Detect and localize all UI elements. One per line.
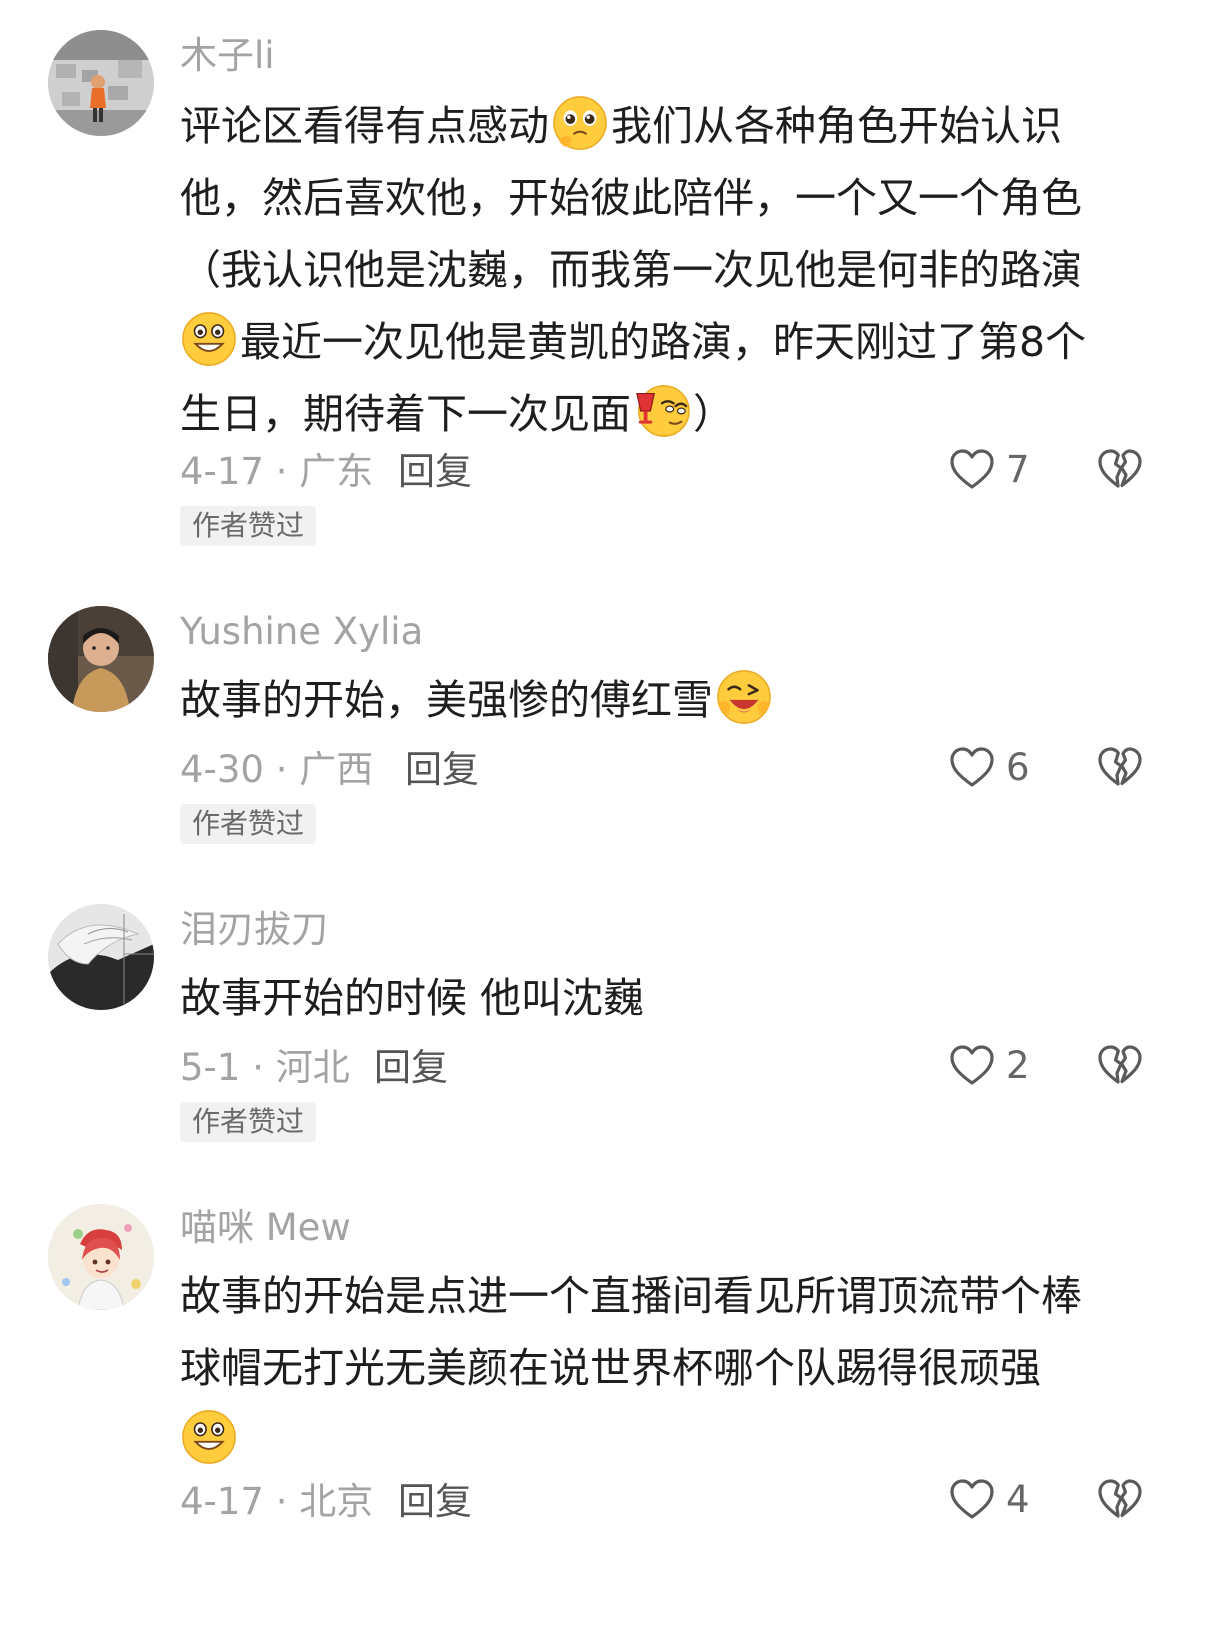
- grin-emoji-icon: [180, 310, 238, 368]
- date-location: 4-17 · 北京: [180, 1480, 374, 1523]
- broken-heart-icon: [1096, 1042, 1144, 1090]
- broken-heart-icon: [1096, 744, 1144, 792]
- comment-text: 故事开始的时候 他叫沈巍: [180, 962, 1140, 1034]
- reply-button[interactable]: 回复: [374, 1046, 448, 1090]
- reply-button[interactable]: 回复: [398, 450, 472, 494]
- drink-emoji-icon: [633, 382, 691, 440]
- comment-text-line: 他，然后喜欢他，开始彼此陪伴，一个又一个角色: [180, 174, 1082, 222]
- heart-outline-icon: [948, 1042, 996, 1090]
- like-button[interactable]: 7: [948, 446, 1030, 494]
- avatar[interactable]: [48, 606, 154, 712]
- comment-text-segment: 生日，期待着下一次见面: [180, 390, 631, 438]
- comment-text-segment: 评论区看得有点感动: [180, 102, 549, 150]
- comment-text: 故事的开始，美强惨的傅红雪: [180, 664, 1140, 736]
- author-liked-badge: 作者赞过: [180, 1102, 317, 1142]
- comment-text-segment: ）: [693, 390, 734, 438]
- like-button[interactable]: 2: [948, 1042, 1030, 1090]
- like-count: 2: [1006, 1044, 1030, 1087]
- date-location: 4-30 · 广西: [180, 748, 374, 791]
- reply-button[interactable]: 回复: [405, 748, 479, 792]
- comment-text-line: 故事的开始是点进一个直播间看见所谓顶流带个棒: [180, 1272, 1082, 1320]
- author-liked-badge: 作者赞过: [180, 506, 317, 546]
- reply-button[interactable]: 回复: [398, 1480, 472, 1524]
- comment-text-segment: 最近一次见他是黄凯的路演，昨天刚过了第8个: [240, 318, 1087, 366]
- username[interactable]: 木子li: [180, 34, 275, 78]
- avatar[interactable]: [48, 30, 154, 136]
- comment-text-segment: 我们从各种角色开始认识: [611, 102, 1062, 150]
- avatar[interactable]: [48, 1204, 154, 1310]
- grin-emoji-icon: [180, 1408, 238, 1466]
- comment-text-line: （我认识他是沈巍，而我第一次见他是何非的路演: [180, 246, 1082, 294]
- comment-text: 评论区看得有点感动 我们从各种角色开始认识 他，然后喜欢他，开始彼此陪伴，一个又一…: [180, 90, 1140, 450]
- author-liked-badge: 作者赞过: [180, 804, 317, 844]
- like-button[interactable]: 6: [948, 744, 1030, 792]
- like-count: 4: [1006, 1478, 1030, 1521]
- date-location: 4-17 · 广东: [180, 450, 374, 493]
- comment-text-line: 故事开始的时候 他叫沈巍: [180, 974, 645, 1022]
- wink-emoji-icon: [715, 668, 773, 726]
- username[interactable]: 喵咪 Mew: [180, 1206, 351, 1250]
- broken-heart-icon: [1096, 446, 1144, 494]
- like-button[interactable]: 4: [948, 1476, 1030, 1524]
- heart-outline-icon: [948, 1476, 996, 1524]
- pleading-emoji-icon: [551, 94, 609, 152]
- comment-text: 故事的开始是点进一个直播间看见所谓顶流带个棒 球帽无打光无美颜在说世界杯哪个队踢…: [180, 1260, 1140, 1476]
- dislike-button[interactable]: [1096, 1476, 1144, 1528]
- heart-outline-icon: [948, 446, 996, 494]
- comment-text-line: 球帽无打光无美颜在说世界杯哪个队踢得很顽强: [180, 1344, 1041, 1392]
- like-count: 6: [1006, 746, 1030, 789]
- dislike-button[interactable]: [1096, 446, 1144, 498]
- broken-heart-icon: [1096, 1476, 1144, 1524]
- username[interactable]: Yushine Xylia: [180, 610, 423, 654]
- heart-outline-icon: [948, 744, 996, 792]
- username[interactable]: 泪刃拔刀: [180, 908, 328, 952]
- comment-text-segment: 故事的开始，美强惨的傅红雪: [180, 676, 713, 724]
- dislike-button[interactable]: [1096, 1042, 1144, 1094]
- date-location: 5-1 · 河北: [180, 1046, 350, 1089]
- dislike-button[interactable]: [1096, 744, 1144, 796]
- like-count: 7: [1006, 448, 1030, 491]
- avatar[interactable]: [48, 904, 154, 1010]
